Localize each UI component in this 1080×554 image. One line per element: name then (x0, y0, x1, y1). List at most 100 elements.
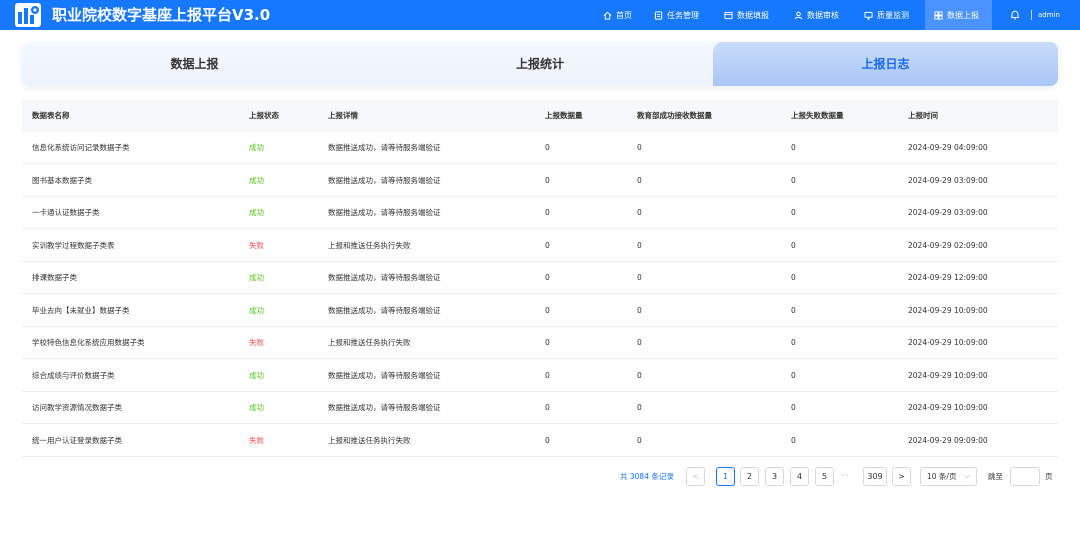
platform-logo-icon (15, 3, 41, 27)
cell-report-time: 2024-09-29 03:09:00 (908, 175, 988, 185)
cell-status: 成功 (249, 305, 264, 315)
user-name[interactable]: admin (1038, 0, 1060, 30)
cell-table-name: 学校特色信息化系统应用数据子类 (32, 338, 145, 347)
nav-item-data-upload[interactable]: 数据上报 (925, 0, 992, 30)
cell-table-name: 访问教学资源情况数据子类 (32, 403, 122, 412)
nav-label: 质量监测 (877, 10, 909, 20)
cell-status: 成功 (249, 208, 264, 217)
cell-report-time: 2024-09-29 10:09:00 (908, 305, 988, 315)
page-button-1[interactable]: 1 (716, 467, 735, 486)
pagination-ellipsis[interactable]: ··· (841, 467, 849, 486)
cell-failed-count: 0 (791, 143, 796, 152)
cell-table-name: 实训教学过程数据子类表 (32, 240, 115, 250)
cell-detail: 数据推送成功，请等待服务端验证 (328, 403, 441, 412)
chevron-down-icon: ⌵ (964, 472, 970, 480)
nav-label: 数据上报 (947, 10, 979, 20)
table-row: 实训教学过程数据子类表 失败 上报和推送任务执行失败 0 0 0 2024-09-29 02… (22, 230, 1058, 262)
page-button-3[interactable]: 3 (765, 467, 784, 486)
nav-label: 数据审核 (807, 10, 839, 20)
cell-report-count: 0 (545, 338, 550, 347)
cell-failed-count: 0 (791, 175, 796, 185)
table-row: 统一用户认证登录数据子类 失败 上报和推送任务执行失败 0 0 0 2024-09-29 0… (22, 425, 1058, 457)
form-icon (724, 11, 733, 19)
cell-report-count: 0 (545, 208, 550, 217)
cell-report-count: 0 (545, 435, 550, 445)
home-icon (603, 11, 612, 20)
goto-page-input[interactable] (1010, 467, 1040, 486)
cell-detail: 上报和推送任务执行失败 (328, 338, 411, 347)
column-header-detail: 上报详情 (328, 111, 358, 120)
cell-status: 失败 (249, 240, 264, 250)
cell-status: 成功 (249, 273, 264, 282)
cell-detail: 上报和推送任务执行失败 (328, 240, 411, 250)
cell-table-name: 排课数据子类 (32, 273, 77, 282)
cell-failed-count: 0 (791, 403, 796, 412)
tab-data-report[interactable]: 数据上报 (22, 42, 367, 86)
nav-item-task-management[interactable]: 任务管理 (654, 0, 704, 30)
page-size-select[interactable]: 10 条/页 ⌵ (920, 467, 977, 486)
cell-report-time: 2024-09-29 10:09:00 (908, 403, 988, 412)
cell-status: 失败 (249, 435, 264, 445)
page-button-5[interactable]: 5 (815, 467, 834, 486)
cell-table-name: 综合成绩与评价数据子类 (32, 370, 115, 380)
cell-report-time: 2024-09-29 12:09:00 (908, 273, 988, 282)
cell-received-count: 0 (637, 435, 642, 445)
table-row: 图书基本数据子类 成功 数据推送成功，请等待服务端验证 0 0 0 2024-09-29 0… (22, 165, 1058, 197)
cell-detail: 数据推送成功，请等待服务端验证 (328, 305, 441, 315)
nav-item-quality-monitoring[interactable]: 质量监测 (864, 0, 914, 30)
cell-received-count: 0 (637, 338, 642, 347)
table-row: 综合成绩与评价数据子类 成功 数据推送成功，请等待服务端验证 0 0 0 2024-09-2… (22, 360, 1058, 392)
cell-report-time: 2024-09-29 10:09:00 (908, 370, 988, 380)
prev-page-button[interactable]: < (686, 467, 705, 486)
top-header: 职业院校数字基座上报平台V3.0 首页 任务管理 数据填报 数据审核 质量监测 … (0, 0, 1080, 30)
cell-status: 成功 (249, 403, 264, 412)
bell-icon[interactable] (1009, 9, 1021, 21)
cell-report-time: 2024-09-29 03:09:00 (908, 208, 988, 217)
pagination: 共 3084 条记录 < 1 2 3 4 5 ··· 309 > 10 条/页 … (0, 467, 1080, 487)
tab-report-log[interactable]: 上报日志 (713, 42, 1058, 86)
page-button-2[interactable]: 2 (740, 467, 759, 486)
cell-detail: 数据推送成功，请等待服务端验证 (328, 273, 441, 282)
cell-table-name: 统一用户认证登录数据子类 (32, 435, 122, 445)
column-header-report-count: 上报数据量 (545, 111, 583, 120)
cell-detail: 数据推送成功，请等待服务端验证 (328, 143, 441, 152)
cell-received-count: 0 (637, 305, 642, 315)
tab-report-statistics[interactable]: 上报统计 (367, 42, 713, 86)
page-button-last[interactable]: 309 (863, 467, 887, 486)
total-records: 共 3084 条记录 (620, 472, 674, 481)
cell-detail: 数据推送成功，请等待服务端验证 (328, 175, 441, 185)
cell-failed-count: 0 (791, 273, 796, 282)
cell-report-time: 2024-09-29 04:09:00 (908, 143, 988, 152)
cell-report-count: 0 (545, 305, 550, 315)
nav-item-data-entry[interactable]: 数据填报 (724, 0, 774, 30)
column-header-failed-count: 上报失败数据量 (791, 111, 844, 120)
cell-received-count: 0 (637, 175, 642, 185)
cell-failed-count: 0 (791, 435, 796, 445)
nav-item-data-review[interactable]: 数据审核 (794, 0, 844, 30)
monitor-icon (864, 11, 873, 20)
cell-table-name: 毕业去向【未就业】数据子类 (32, 305, 130, 315)
column-header-status: 上报状态 (249, 111, 279, 120)
goto-label: 跳至 (988, 472, 1003, 481)
cell-received-count: 0 (637, 240, 642, 250)
page-button-4[interactable]: 4 (790, 467, 809, 486)
cell-report-count: 0 (545, 403, 550, 412)
cell-report-time: 2024-09-29 10:09:00 (908, 338, 988, 347)
cell-table-name: 图书基本数据子类 (32, 175, 92, 185)
table-row: 学校特色信息化系统应用数据子类 失败 上报和推送任务执行失败 0 0 0 2024-09-2… (22, 327, 1058, 359)
cell-report-time: 2024-09-29 09:09:00 (908, 435, 988, 445)
cell-status: 成功 (249, 175, 264, 185)
table-row: 一卡通认证数据子类 成功 数据推送成功，请等待服务端验证 0 0 0 2024-09-29 … (22, 197, 1058, 229)
cell-failed-count: 0 (791, 305, 796, 315)
nav-item-home[interactable]: 首页 (603, 0, 637, 30)
next-page-button[interactable]: > (892, 467, 911, 486)
column-header-report-time: 上报时间 (908, 111, 938, 120)
table-row: 毕业去向【未就业】数据子类 成功 数据推送成功，请等待服务端验证 0 0 0 2024-09… (22, 295, 1058, 327)
header-divider (1031, 10, 1032, 20)
page-size-value: 10 条/页 (927, 472, 957, 481)
cell-failed-count: 0 (791, 240, 796, 250)
table-row: 信息化系统访问记录数据子类 成功 数据推送成功，请等待服务端验证 0 0 0 2024-09… (22, 132, 1058, 164)
cell-status: 成功 (249, 143, 264, 152)
cell-received-count: 0 (637, 208, 642, 217)
column-header-table-name: 数据表名称 (32, 111, 70, 120)
